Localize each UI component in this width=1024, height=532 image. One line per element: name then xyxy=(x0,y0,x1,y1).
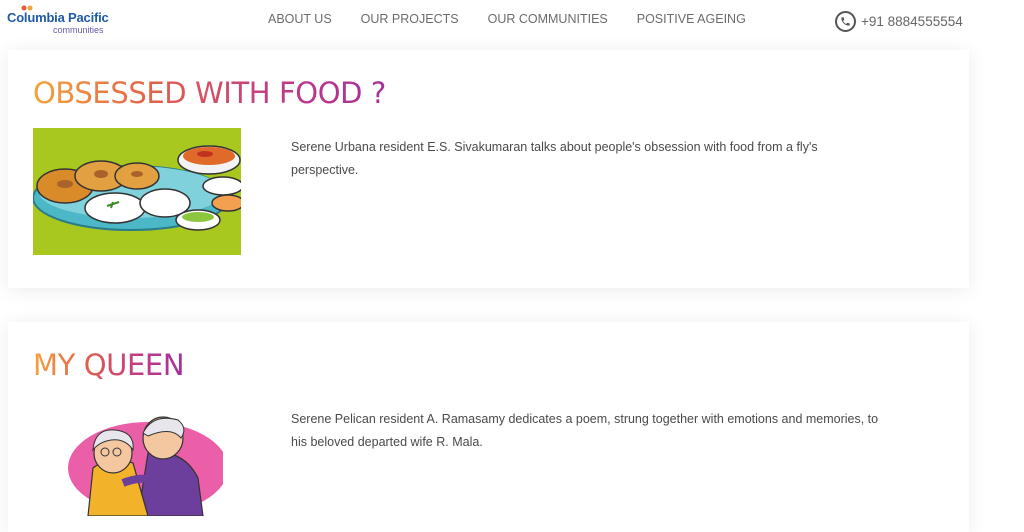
logo-subtext: communities xyxy=(53,25,104,35)
phone-number: +91 8884555554 xyxy=(861,14,963,29)
article-title[interactable]: MY QUEEN xyxy=(33,348,185,382)
nav-our-projects[interactable]: OUR PROJECTS xyxy=(361,12,459,26)
site-header: Columbia Pacific communities ABOUT US OU… xyxy=(0,0,1024,42)
nav-positive-ageing[interactable]: POSITIVE AGEING xyxy=(637,12,746,26)
article-card[interactable]: OBSESSED WITH FOOD ? Serene Urbana resid… xyxy=(8,50,969,288)
article-title[interactable]: OBSESSED WITH FOOD ? xyxy=(33,76,386,110)
phone-contact[interactable]: +91 8884555554 xyxy=(835,11,963,32)
nav-our-communities[interactable]: OUR COMMUNITIES xyxy=(488,12,608,26)
food-illustration[interactable] xyxy=(33,128,241,255)
main-nav: ABOUT US OUR PROJECTS OUR COMMUNITIES PO… xyxy=(268,12,775,26)
logo-text: Columbia Pacific xyxy=(7,10,109,25)
brand-logo[interactable]: Columbia Pacific communities xyxy=(7,4,127,38)
article-card[interactable]: MY QUEEN Serene Pelican resident A. Rama… xyxy=(8,322,969,532)
article-excerpt: Serene Urbana resident E.S. Sivakumaran … xyxy=(291,140,818,177)
elderly-couple-illustration[interactable] xyxy=(53,408,223,516)
article-excerpt: Serene Pelican resident A. Ramasamy dedi… xyxy=(291,412,879,449)
nav-about-us[interactable]: ABOUT US xyxy=(268,12,332,26)
phone-icon xyxy=(835,11,856,32)
